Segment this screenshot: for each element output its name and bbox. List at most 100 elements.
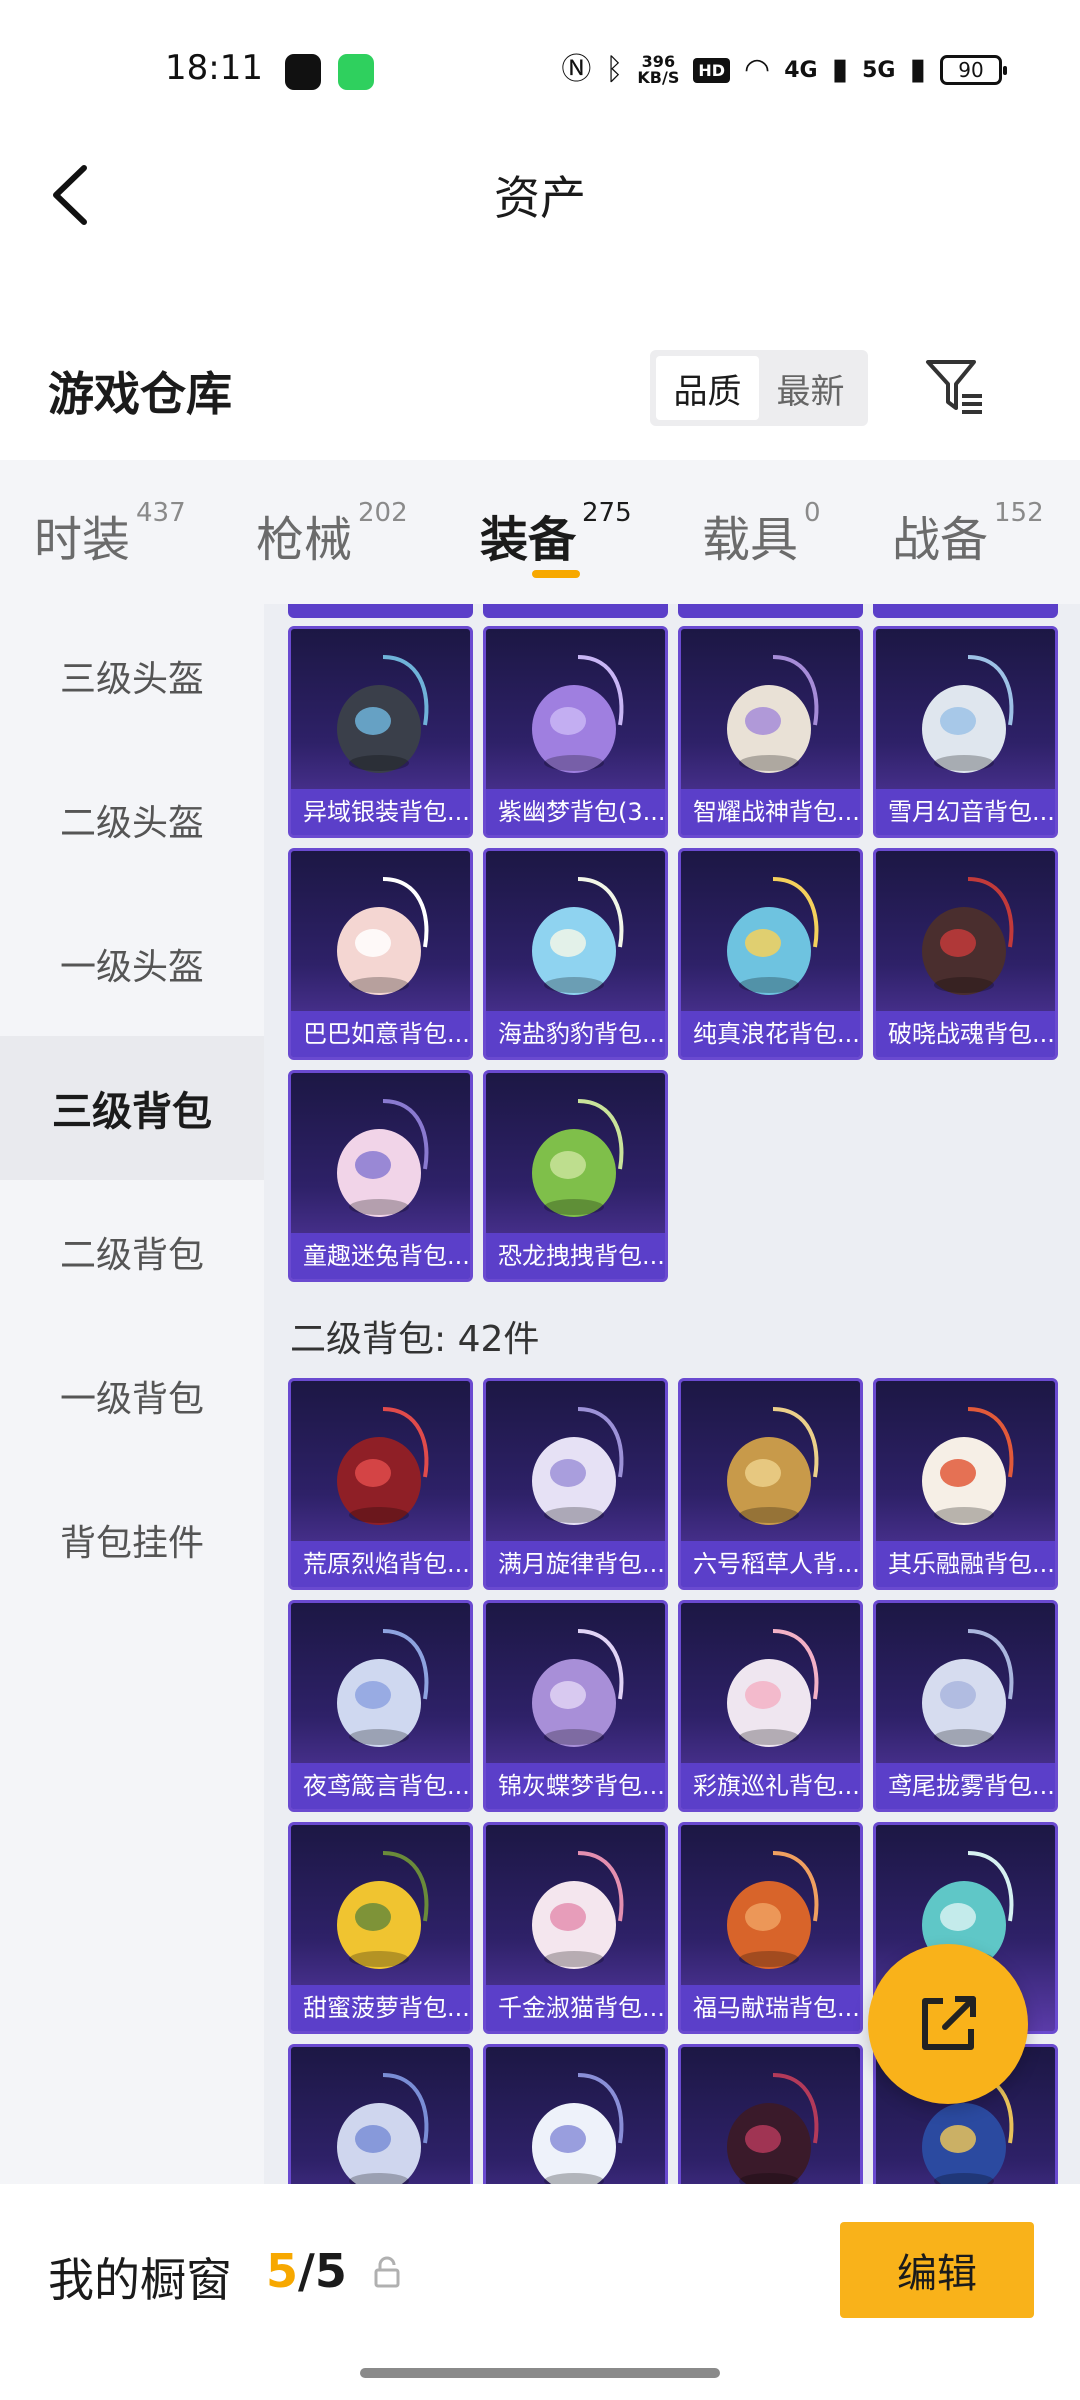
backpack-image (922, 1629, 1014, 1747)
backpack-name: 巴巴如意背包... (291, 1011, 470, 1057)
backpack-name: 破晓战魂背包... (876, 1011, 1055, 1057)
signal-icon-2: ▮ (909, 52, 926, 87)
backpack-name: 海盐豹豹背包... (486, 1011, 665, 1057)
backpack-image (532, 1099, 624, 1217)
level3-backpack-grid: 异域银装背包... 紫幽梦背包(3... 智耀战神背包... 雪月幻音背包... 巴巴如… (288, 626, 1058, 1282)
backpack-image (532, 1629, 624, 1747)
sort-newest[interactable]: 最新 (759, 356, 862, 420)
backpack-image (337, 2073, 429, 2184)
backpack-image (727, 1851, 819, 1969)
showcase-bar: 我的橱窗 5/5 编辑 (0, 2184, 1080, 2400)
backpack-name: 异域银装背包... (291, 789, 470, 835)
backpack-name: 千金淑猫背包... (486, 1985, 665, 2031)
lock-icon (374, 2256, 400, 2288)
tab-fashion[interactable]: 时装 437 (34, 498, 186, 570)
backpack-name: 满月旋律背包... (486, 1541, 665, 1587)
backpack-image (922, 1407, 1014, 1525)
wifi-icon: ◠ (744, 52, 771, 87)
status-time: 18:11 (165, 48, 263, 88)
sidebar-item-backpack-charm[interactable]: 背包挂件 (0, 1468, 264, 1612)
tab-weapons[interactable]: 枪械 202 (256, 498, 408, 570)
backpack-card[interactable]: 甜蜜菠萝背包... (288, 1822, 473, 2034)
backpack-image (922, 655, 1014, 773)
showcase-label: 我的橱窗 (48, 2253, 232, 2307)
backpack-name: 童趣迷兔背包... (291, 1233, 470, 1279)
backpack-card[interactable]: 异域银装背包... (288, 626, 473, 838)
backpack-name: 荒原烈焰背包... (291, 1541, 470, 1587)
sidebar-item-level1-backpack[interactable]: 一级背包 (0, 1324, 264, 1468)
backpack-card[interactable]: 夜鸢箴言背包... (288, 1600, 473, 1812)
status-icons: Ⓝ ᛒ 396 KB/S HD ◠ 4G ▮ 5G ▮ 90 (561, 50, 1007, 90)
sidebar-item-level3-backpack[interactable]: 三级背包 (0, 1036, 264, 1180)
tab-equipment[interactable]: 装备 275 (480, 498, 632, 570)
backpack-card[interactable]: 其乐融融背包... (873, 1378, 1058, 1590)
backpack-card[interactable]: 满月旋律背包... (483, 1378, 668, 1590)
sidebar: 三级头盔 二级头盔 一级头盔 三级背包 二级背包 一级背包 背包挂件 (0, 604, 264, 2184)
hd-icon: HD (693, 57, 731, 83)
backpack-card[interactable]: 锦灰蝶梦背包... (483, 1600, 668, 1812)
backpack-image (532, 1851, 624, 1969)
message-app-icon (338, 54, 374, 90)
sidebar-item-level2-backpack[interactable]: 二级背包 (0, 1180, 264, 1324)
sidebar-item-level1-helmet[interactable]: 一级头盔 (0, 892, 264, 1036)
filter-icon[interactable] (922, 354, 988, 420)
tab-supplies[interactable]: 战备 152 (892, 498, 1044, 570)
page-title: 资产 (494, 171, 586, 225)
backpack-card[interactable]: 紫幽梦背包(3... (483, 626, 668, 838)
backpack-card[interactable]: 海盐豹豹背包... (483, 848, 668, 1060)
backpack-name: 彩旗巡礼背包... (681, 1763, 860, 1809)
backpack-image (337, 877, 429, 995)
backpack-name: 恐龙拽拽背包... (486, 1233, 665, 1279)
backpack-card[interactable]: 六号稻草人背... (678, 1378, 863, 1590)
backpack-image (532, 1407, 624, 1525)
backpack-image (532, 877, 624, 995)
backpack-name: 甜蜜菠萝背包... (291, 1985, 470, 2031)
backpack-name: 福马献瑞背包... (681, 1985, 860, 2031)
backpack-card[interactable]: 智耀战神背包... (678, 626, 863, 838)
backpack-card[interactable]: 纯真浪花背包... (678, 848, 863, 1060)
backpack-card[interactable]: 童趣迷兔背包... (288, 1070, 473, 1282)
tiktok-app-icon (285, 54, 321, 90)
backpack-image (337, 655, 429, 773)
backpack-name: 六号稻草人背... (681, 1541, 860, 1587)
backpack-image (922, 877, 1014, 995)
backpack-name: 雪月幻音背包... (876, 789, 1055, 835)
signal-4g: 4G (784, 57, 818, 83)
backpack-card[interactable]: 巴巴如意背包... (288, 848, 473, 1060)
backpack-card[interactable]: 荒原烈焰背包... (288, 1378, 473, 1590)
sidebar-item-level3-helmet[interactable]: 三级头盔 (0, 604, 264, 748)
level2-group-title: 二级背包: 42件 (290, 1319, 540, 1360)
tab-vehicles[interactable]: 载具 0 (702, 498, 821, 570)
backpack-image (337, 1851, 429, 1969)
home-indicator (360, 2368, 720, 2378)
active-tab-indicator (532, 570, 580, 578)
backpack-card[interactable] (288, 2044, 473, 2184)
battery-icon: 90 (940, 55, 1007, 85)
backpack-card[interactable]: 鸢尾拢雾背包... (873, 1600, 1058, 1812)
backpack-image (727, 1407, 819, 1525)
backpack-name: 鸢尾拢雾背包... (876, 1763, 1055, 1809)
backpack-card[interactable]: 破晓战魂背包... (873, 848, 1058, 1060)
share-fab-button[interactable] (868, 1944, 1028, 2104)
sidebar-item-level2-helmet[interactable]: 二级头盔 (0, 748, 264, 892)
backpack-card[interactable]: 雪月幻音背包... (873, 626, 1058, 838)
backpack-card[interactable] (483, 2044, 668, 2184)
backpack-image (337, 1629, 429, 1747)
backpack-card[interactable]: 恐龙拽拽背包... (483, 1070, 668, 1282)
edit-button[interactable]: 编辑 (840, 2222, 1034, 2318)
backpack-image (727, 655, 819, 773)
backpack-card[interactable]: 福马献瑞背包... (678, 1822, 863, 2034)
net-speed: 396 KB/S (637, 52, 680, 87)
showcase-count: 5/5 (266, 2244, 347, 2298)
sort-quality[interactable]: 品质 (656, 356, 759, 420)
backpack-image (727, 877, 819, 995)
backpack-card[interactable]: 千金淑猫背包... (483, 1822, 668, 2034)
bluetooth-icon: ᛒ (605, 52, 624, 87)
backpack-card[interactable] (678, 2044, 863, 2184)
app-bar: 资产 (0, 140, 1080, 250)
warehouse-header: 游戏仓库 品质 最新 (0, 340, 1080, 450)
sort-toggle: 品质 最新 (650, 350, 868, 426)
warehouse-title: 游戏仓库 (48, 367, 232, 421)
backpack-name: 锦灰蝶梦背包... (486, 1763, 665, 1809)
backpack-card[interactable]: 彩旗巡礼背包... (678, 1600, 863, 1812)
